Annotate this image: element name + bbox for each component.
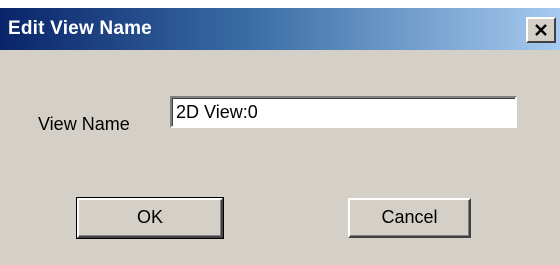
view-name-label: View Name xyxy=(38,114,130,134)
window-title: Edit View Name xyxy=(8,18,152,39)
close-button[interactable] xyxy=(526,17,556,43)
ok-button[interactable]: OK xyxy=(76,197,224,239)
edit-view-name-dialog: Edit View Name View Name OK Cancel xyxy=(0,8,560,265)
cancel-button[interactable]: Cancel xyxy=(348,198,471,238)
title-bar[interactable]: Edit View Name xyxy=(0,8,560,50)
view-name-input[interactable] xyxy=(170,96,517,128)
close-icon xyxy=(535,24,547,36)
